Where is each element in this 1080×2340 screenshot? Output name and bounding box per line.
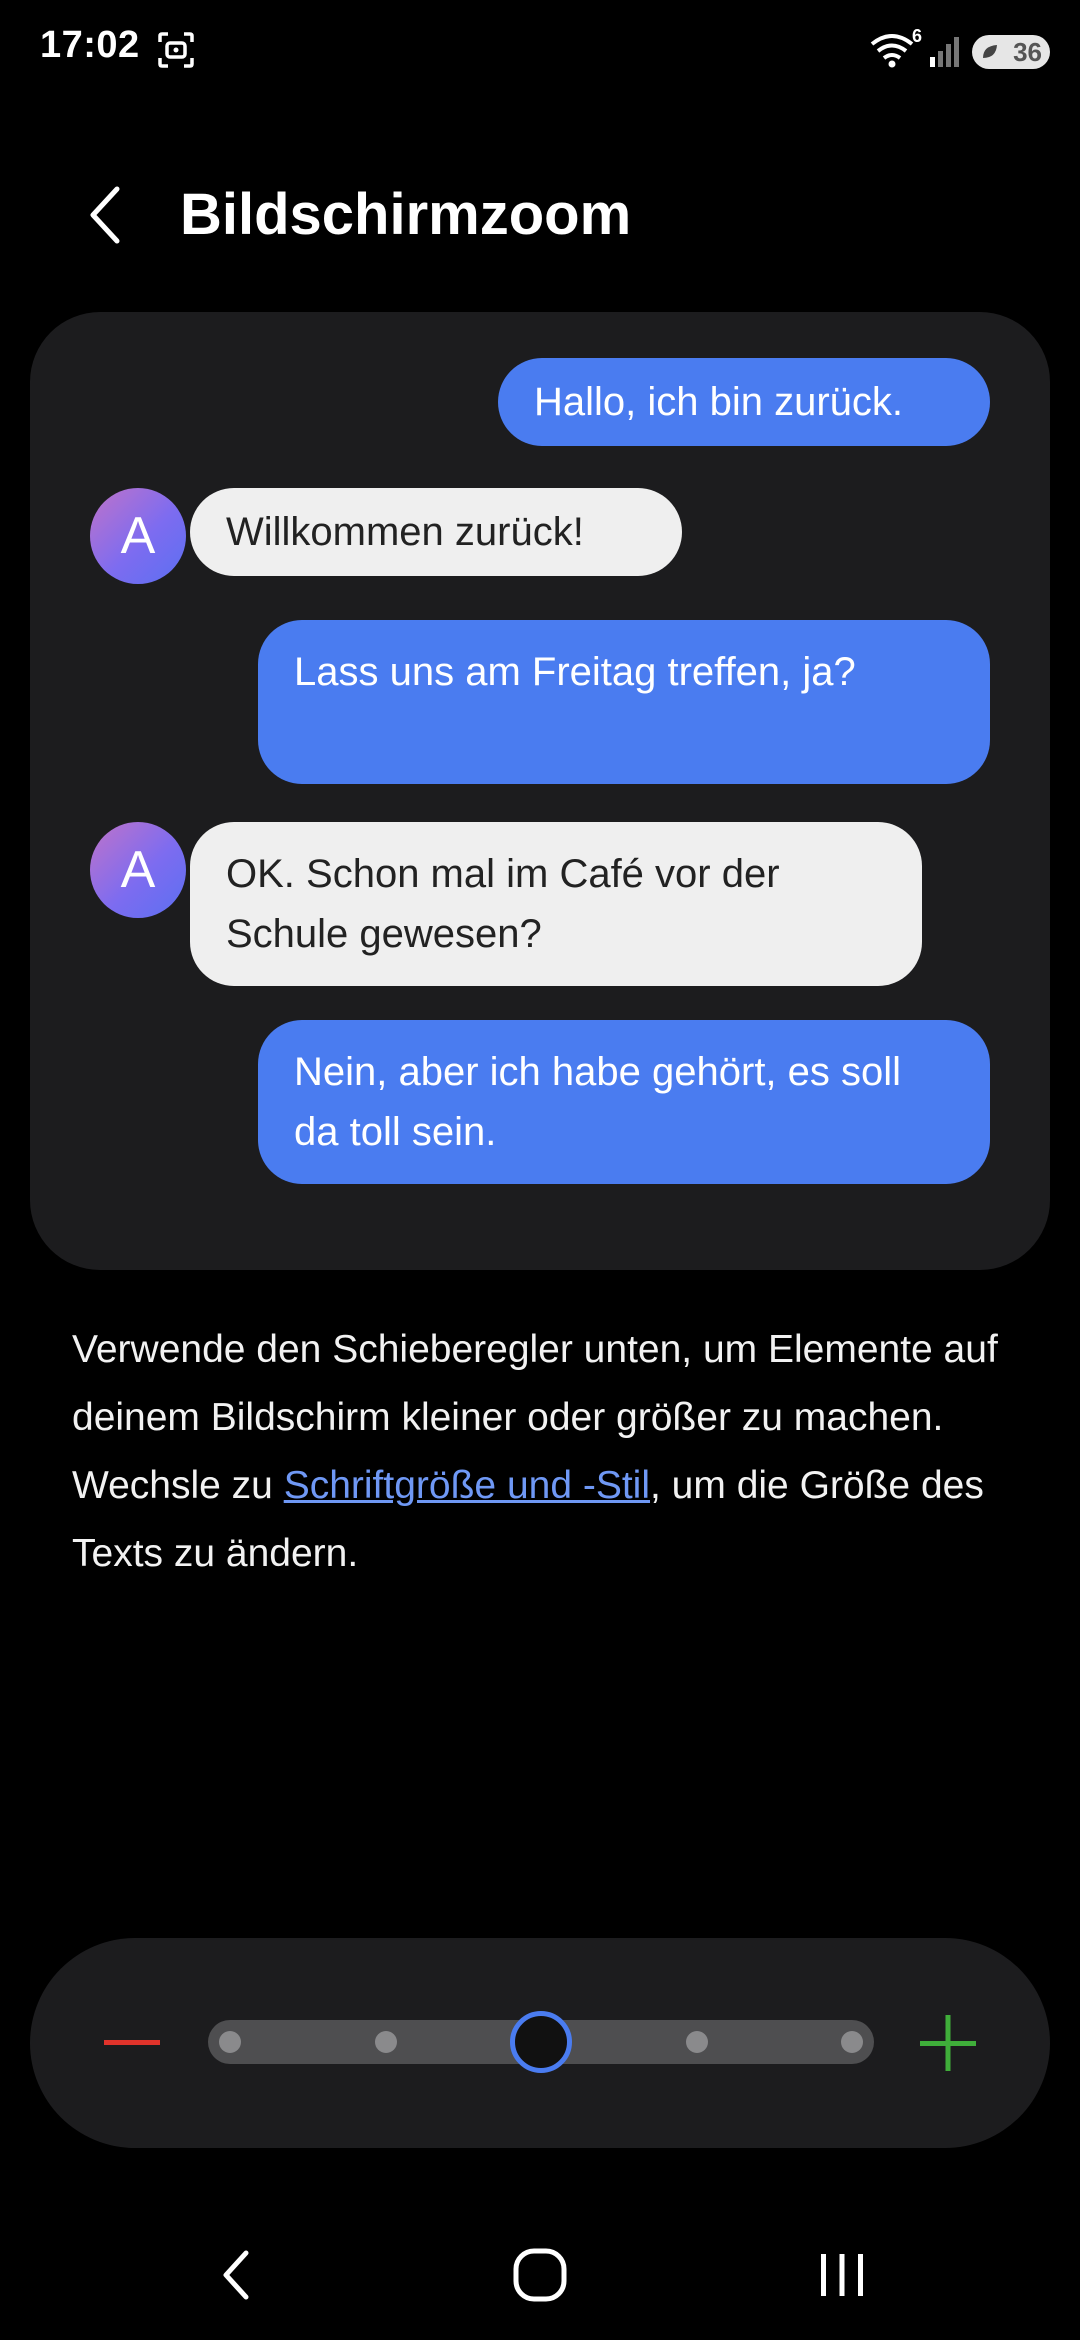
zoom-preview-card: Hallo, ich bin zurück. A Willkommen zurü… [30, 312, 1050, 1270]
message-outgoing: Nein, aber ich habe gehört, es soll da t… [258, 1020, 990, 1184]
navigation-bar [0, 2210, 1080, 2340]
avatar: A [90, 822, 186, 918]
signal-icon [930, 37, 959, 67]
message-outgoing: Lass uns am Freitag treffen, ja? [258, 620, 990, 784]
wifi-icon: 6 [870, 26, 922, 72]
wifi-label: 6 [911, 26, 922, 46]
nav-recents-icon [821, 2254, 863, 2296]
status-time: 17:02 [40, 24, 140, 66]
slider-step[interactable] [375, 2031, 397, 2053]
font-size-style-link[interactable]: Schriftgröße und -Stil [284, 1464, 650, 1507]
avatar: A [90, 488, 186, 584]
nav-home-button[interactable] [500, 2240, 580, 2310]
zoom-slider[interactable] [208, 2011, 874, 2073]
slider-thumb[interactable] [510, 2011, 572, 2073]
battery-level: 36 [1013, 36, 1042, 67]
page-title: Bildschirmzoom [180, 182, 632, 247]
nav-recents-button[interactable] [802, 2240, 882, 2310]
chevron-left-icon [90, 186, 120, 244]
message-incoming: Willkommen zurück! [190, 488, 682, 576]
nav-home-icon [513, 2248, 567, 2302]
battery-indicator: 36 [972, 35, 1050, 69]
slider-step[interactable] [219, 2031, 241, 2053]
minus-icon [104, 2040, 160, 2045]
plus-icon [920, 2015, 976, 2071]
power-saving-icon [983, 45, 997, 58]
screenshot-icon [158, 32, 194, 68]
zoom-out-button[interactable] [102, 2013, 162, 2073]
zoom-slider-panel [30, 1938, 1050, 2148]
description-text: Verwende den Schieberegler unten, um Ele… [72, 1316, 1012, 1588]
message-outgoing: Hallo, ich bin zurück. [498, 358, 990, 446]
status-bar: 17:02 6 36 [0, 0, 1080, 100]
zoom-in-button[interactable] [918, 2013, 978, 2073]
slider-step[interactable] [686, 2031, 708, 2053]
message-incoming: OK. Schon mal im Café vor der Schule gew… [190, 822, 922, 986]
status-icons: 6 36 [870, 26, 1050, 74]
nav-back-icon [223, 2250, 249, 2300]
nav-back-button[interactable] [196, 2240, 276, 2310]
header: Bildschirmzoom [0, 160, 1080, 270]
back-button[interactable] [70, 180, 140, 250]
slider-step[interactable] [841, 2031, 863, 2053]
